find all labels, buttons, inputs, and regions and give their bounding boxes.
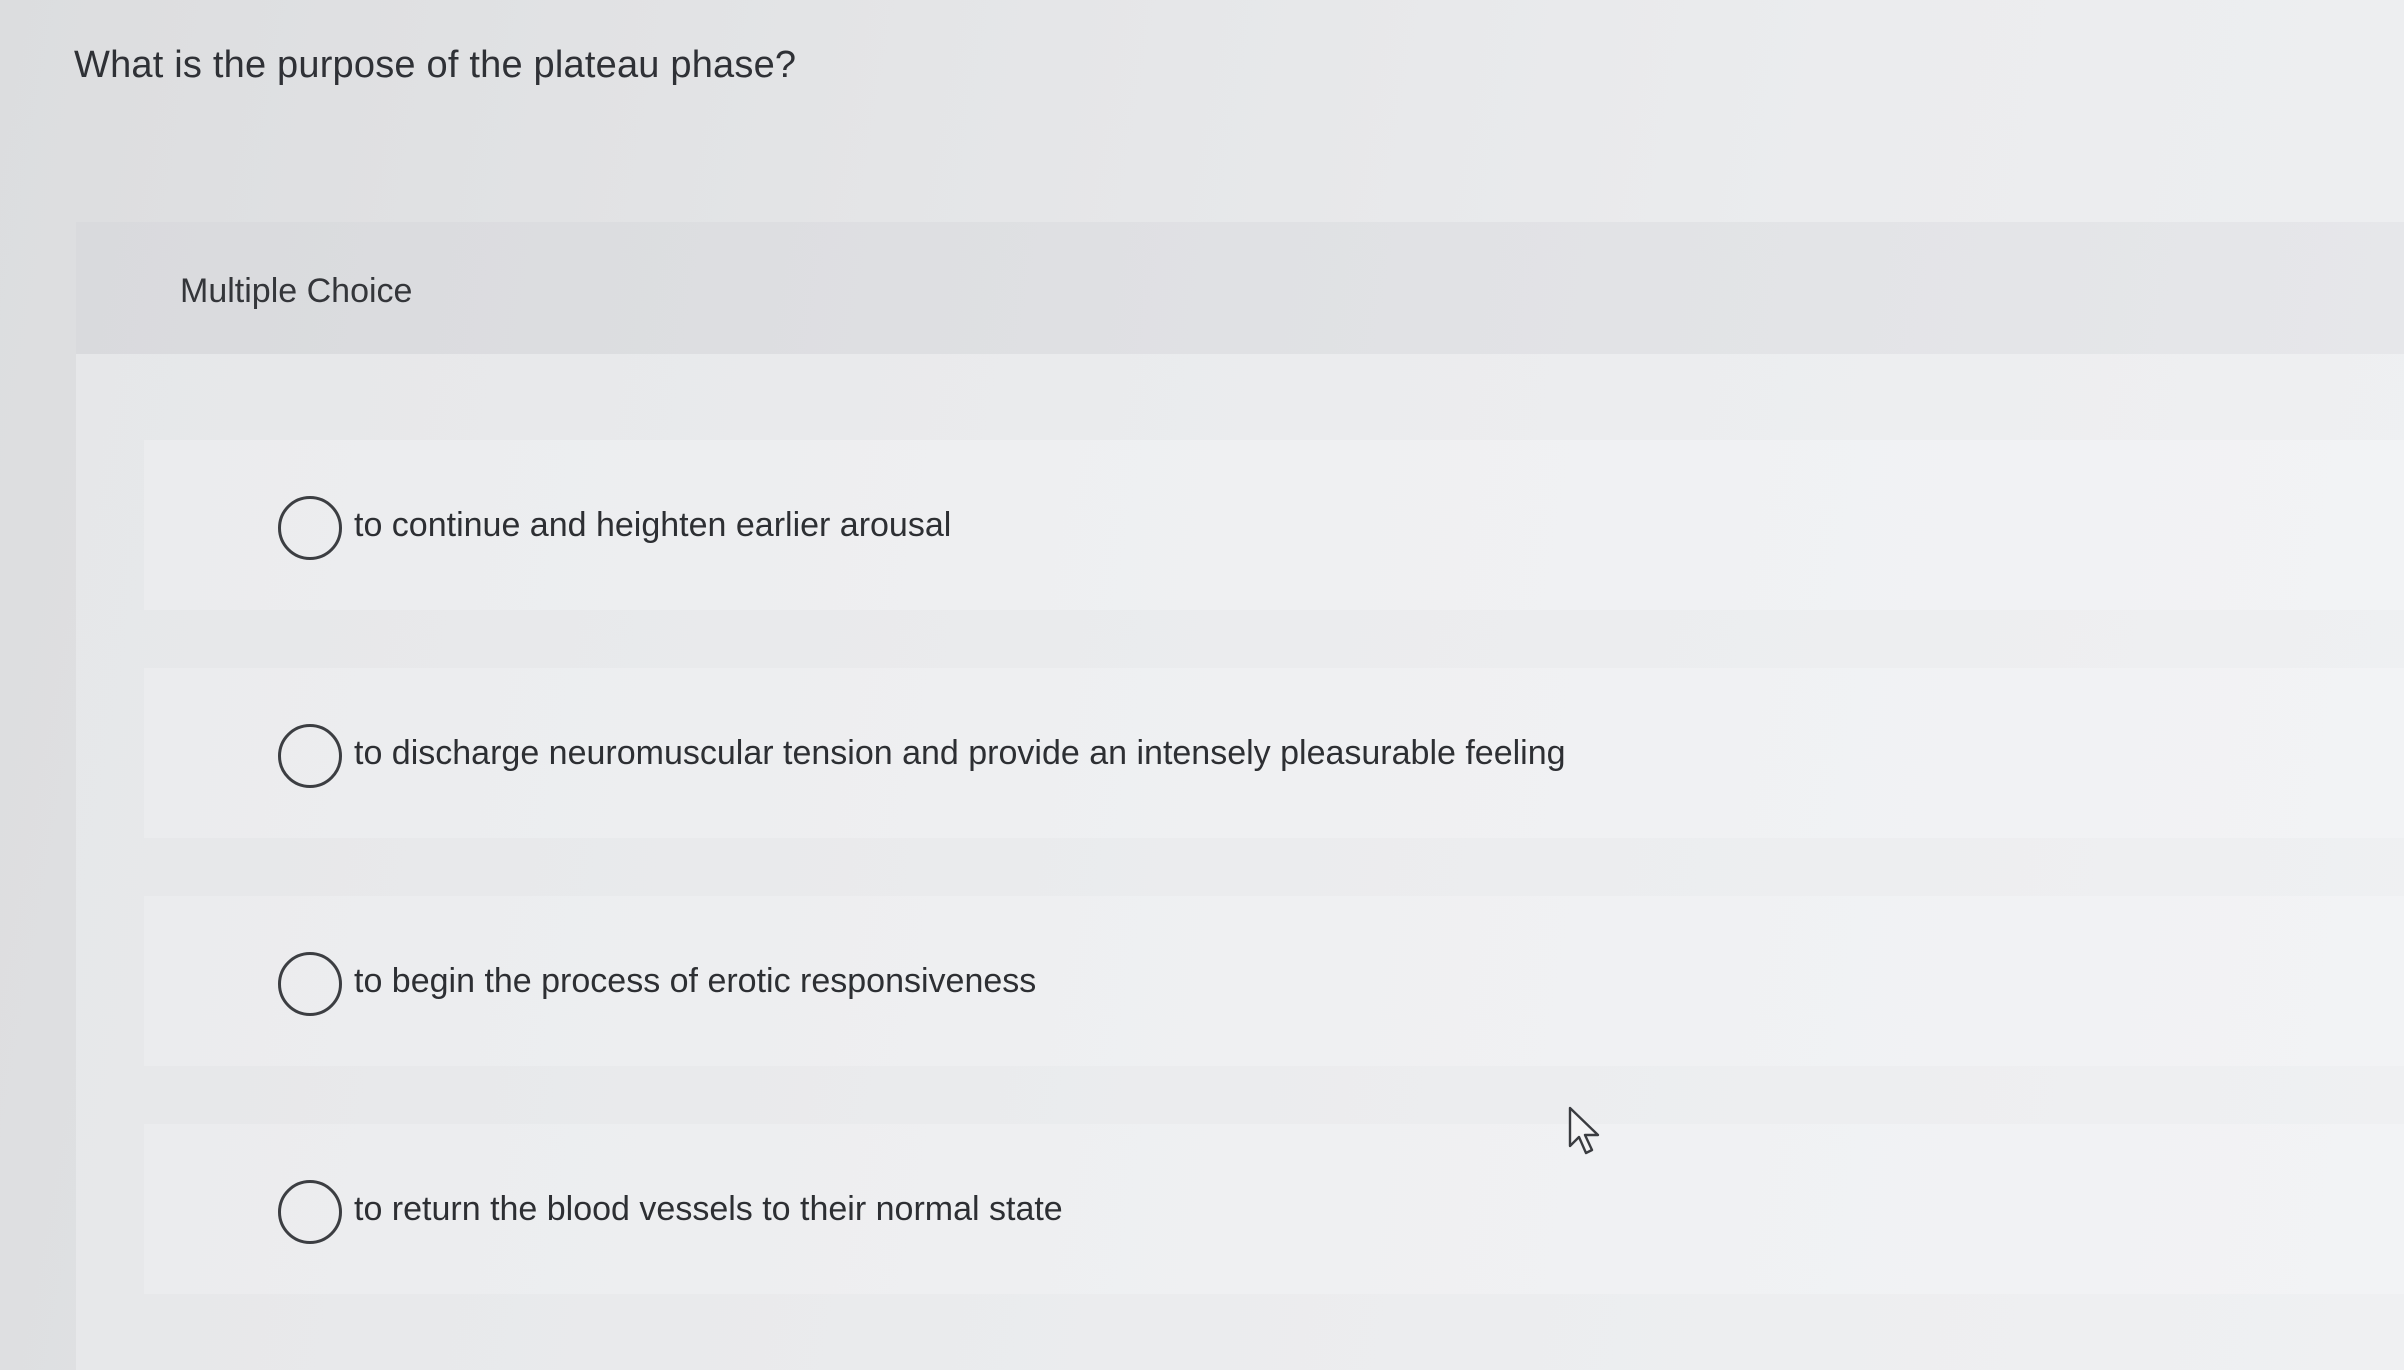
question-text: What is the purpose of the plateau phase… xyxy=(74,44,797,86)
radio-button-icon[interactable] xyxy=(278,952,342,1016)
answer-option-1[interactable]: to continue and heighten earlier arousal xyxy=(144,440,2404,610)
radio-button-icon[interactable] xyxy=(278,1180,342,1244)
answer-option-4[interactable]: to return the blood vessels to their nor… xyxy=(144,1124,2404,1294)
mouse-pointer-icon xyxy=(1568,1106,1600,1155)
answer-option-2[interactable]: to discharge neuromuscular tension and p… xyxy=(144,668,2404,838)
question-type-label: Multiple Choice xyxy=(180,272,413,310)
radio-button-icon[interactable] xyxy=(278,724,342,788)
answer-option-3[interactable]: to begin the process of erotic responsiv… xyxy=(144,896,2404,1066)
answer-option-label[interactable]: to begin the process of erotic responsiv… xyxy=(354,962,1036,1001)
answer-option-label[interactable]: to discharge neuromuscular tension and p… xyxy=(354,734,1566,773)
panel-header: Multiple Choice xyxy=(76,222,2404,354)
multiple-choice-panel: Multiple Choice to continue and heighten… xyxy=(76,222,2404,1370)
answer-option-label[interactable]: to continue and heighten earlier arousal xyxy=(354,506,951,545)
radio-button-icon[interactable] xyxy=(278,496,342,560)
answer-option-label[interactable]: to return the blood vessels to their nor… xyxy=(354,1190,1063,1229)
